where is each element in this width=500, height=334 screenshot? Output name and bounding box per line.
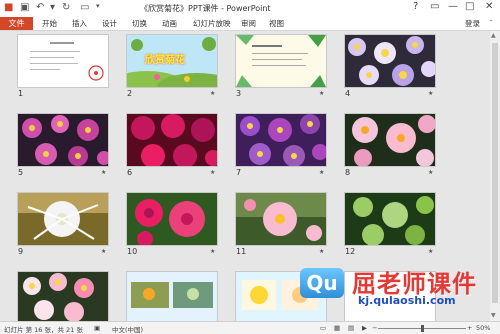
slide-thumb-4[interactable] — [345, 35, 435, 87]
transition-star-icon: ★ — [428, 248, 434, 255]
slide-14-photos — [127, 272, 217, 321]
transition-star-icon: ★ — [319, 90, 325, 97]
slide-9-photo — [18, 193, 108, 245]
tab-home[interactable]: 开始 — [42, 18, 57, 29]
scroll-down-icon[interactable]: ▼ — [491, 312, 496, 319]
slide-number-12: 12 — [345, 247, 356, 256]
slide-number-7: 7 — [236, 168, 242, 177]
slide-number-3: 3 — [236, 89, 242, 98]
tab-slideshow[interactable]: 幻灯片放映 — [193, 18, 231, 29]
watermark-url: kj.qulaoshi.com — [358, 294, 456, 307]
proofing-icon[interactable]: ▣ — [94, 324, 100, 332]
tab-file[interactable]: 文件 — [0, 17, 33, 30]
transition-star-icon: ★ — [101, 169, 107, 176]
slide-thumb-5[interactable] — [18, 114, 108, 166]
transition-star-icon: ★ — [428, 90, 434, 97]
reading-view-icon[interactable]: ▤ — [348, 324, 354, 332]
slide-thumb-11[interactable] — [236, 193, 326, 245]
slide-thumb-13[interactable] — [18, 272, 108, 321]
customize-toolbar-icon[interactable]: ▾ — [96, 2, 100, 10]
tab-animations[interactable]: 动画 — [162, 18, 177, 29]
slide-number-10: 10 — [127, 247, 138, 256]
slide-6-photo — [127, 114, 217, 166]
transition-star-icon: ★ — [210, 169, 216, 176]
slide-number-8: 8 — [345, 168, 351, 177]
slide-8-photo — [345, 114, 435, 166]
tab-insert[interactable]: 插入 — [72, 18, 87, 29]
zoom-level[interactable]: 50% — [476, 324, 490, 332]
powerpoint-logo-icon: ■ — [4, 2, 14, 13]
undo-dropdown-icon[interactable]: ▾ — [50, 2, 55, 13]
zoom-out-button[interactable]: − — [372, 324, 377, 332]
slide-thumb-12[interactable] — [345, 193, 435, 245]
slide-thumb-2[interactable]: 欣赏菊花 — [127, 35, 217, 87]
slide-2-title: 欣赏菊花 — [145, 55, 185, 66]
collapse-ribbon-icon[interactable]: ⌃ — [488, 18, 494, 27]
slide-thumb-3[interactable] — [236, 35, 326, 87]
slide-12-photo — [345, 193, 435, 245]
slide-number-1: 1 — [18, 89, 24, 98]
slide-number-11: 11 — [236, 247, 247, 256]
redo-icon[interactable]: ↻ — [62, 2, 70, 13]
slide-number-9: 9 — [18, 247, 24, 256]
undo-icon[interactable]: ↶ — [36, 2, 44, 13]
ribbon-tabs: 文件 开始 插入 设计 切换 动画 幻灯片放映 审阅 视图 登录 ⌃ — [0, 17, 500, 31]
slide-number-4: 4 — [345, 89, 351, 98]
close-button[interactable]: ✕ — [485, 1, 493, 12]
slide-7-photo — [236, 114, 326, 166]
zoom-in-button[interactable]: + — [467, 324, 472, 332]
normal-view-icon[interactable]: ▭ — [320, 324, 326, 332]
slide-4-photo — [345, 35, 435, 87]
slide-number-6: 6 — [127, 168, 133, 177]
save-icon[interactable]: ▣ — [20, 2, 29, 13]
zoom-slider-knob[interactable] — [421, 325, 424, 332]
slide-13-photo — [18, 272, 108, 321]
window-title: 《欣赏菊花》PPT课件 - PowerPoint — [140, 4, 271, 13]
tab-design[interactable]: 设计 — [102, 18, 117, 29]
slide-11-photo — [236, 193, 326, 245]
transition-star-icon: ★ — [210, 248, 216, 255]
slideshow-start-icon[interactable]: ▭ — [80, 2, 89, 13]
slide-5-photo — [18, 114, 108, 166]
transition-star-icon: ★ — [319, 248, 325, 255]
slide-thumb-6[interactable] — [127, 114, 217, 166]
help-button[interactable]: ? — [413, 1, 418, 12]
slide-thumb-7[interactable] — [236, 114, 326, 166]
scroll-up-icon[interactable]: ▲ — [491, 32, 496, 39]
transition-star-icon: ★ — [428, 169, 434, 176]
transition-star-icon: ★ — [101, 248, 107, 255]
status-bar: 幻灯片 第 16 张，共 21 张 ▣ 中文(中国) ▭ ▦ ▤ ▶ − + 5… — [0, 321, 500, 334]
transition-star-icon: ★ — [319, 169, 325, 176]
slideshow-view-icon[interactable]: ▶ — [362, 324, 367, 332]
login-link[interactable]: 登录 — [465, 18, 480, 29]
slide-number-2: 2 — [127, 89, 133, 98]
slide-sorter-view-icon[interactable]: ▦ — [334, 324, 340, 332]
watermark: Qu 屈老师课件 kj.qulaoshi.com — [300, 260, 500, 310]
slide-thumb-10[interactable] — [127, 193, 217, 245]
tab-review[interactable]: 审阅 — [241, 18, 256, 29]
minimize-button[interactable]: — — [448, 1, 458, 12]
slide-thumb-9[interactable] — [18, 193, 108, 245]
ribbon-display-icon[interactable]: ▭ — [430, 1, 439, 12]
maximize-button[interactable]: □ — [465, 1, 474, 12]
slide-thumb-8[interactable] — [345, 114, 435, 166]
slide-1-document — [18, 35, 108, 87]
tab-view[interactable]: 视图 — [269, 18, 284, 29]
slide-thumb-14[interactable] — [127, 272, 217, 321]
slide-10-photo — [127, 193, 217, 245]
slide-3-leaf-frame — [236, 35, 326, 87]
slide-thumb-1[interactable] — [18, 35, 108, 87]
tab-transitions[interactable]: 切换 — [132, 18, 147, 29]
watermark-logo: Qu — [300, 268, 344, 298]
slide-number-5: 5 — [18, 168, 24, 177]
title-bar: ■ ▣ ↶ ▾ ↻ ▭ ▾ 《欣赏菊花》PPT课件 - PowerPoint ?… — [0, 0, 500, 17]
transition-star-icon: ★ — [210, 90, 216, 97]
